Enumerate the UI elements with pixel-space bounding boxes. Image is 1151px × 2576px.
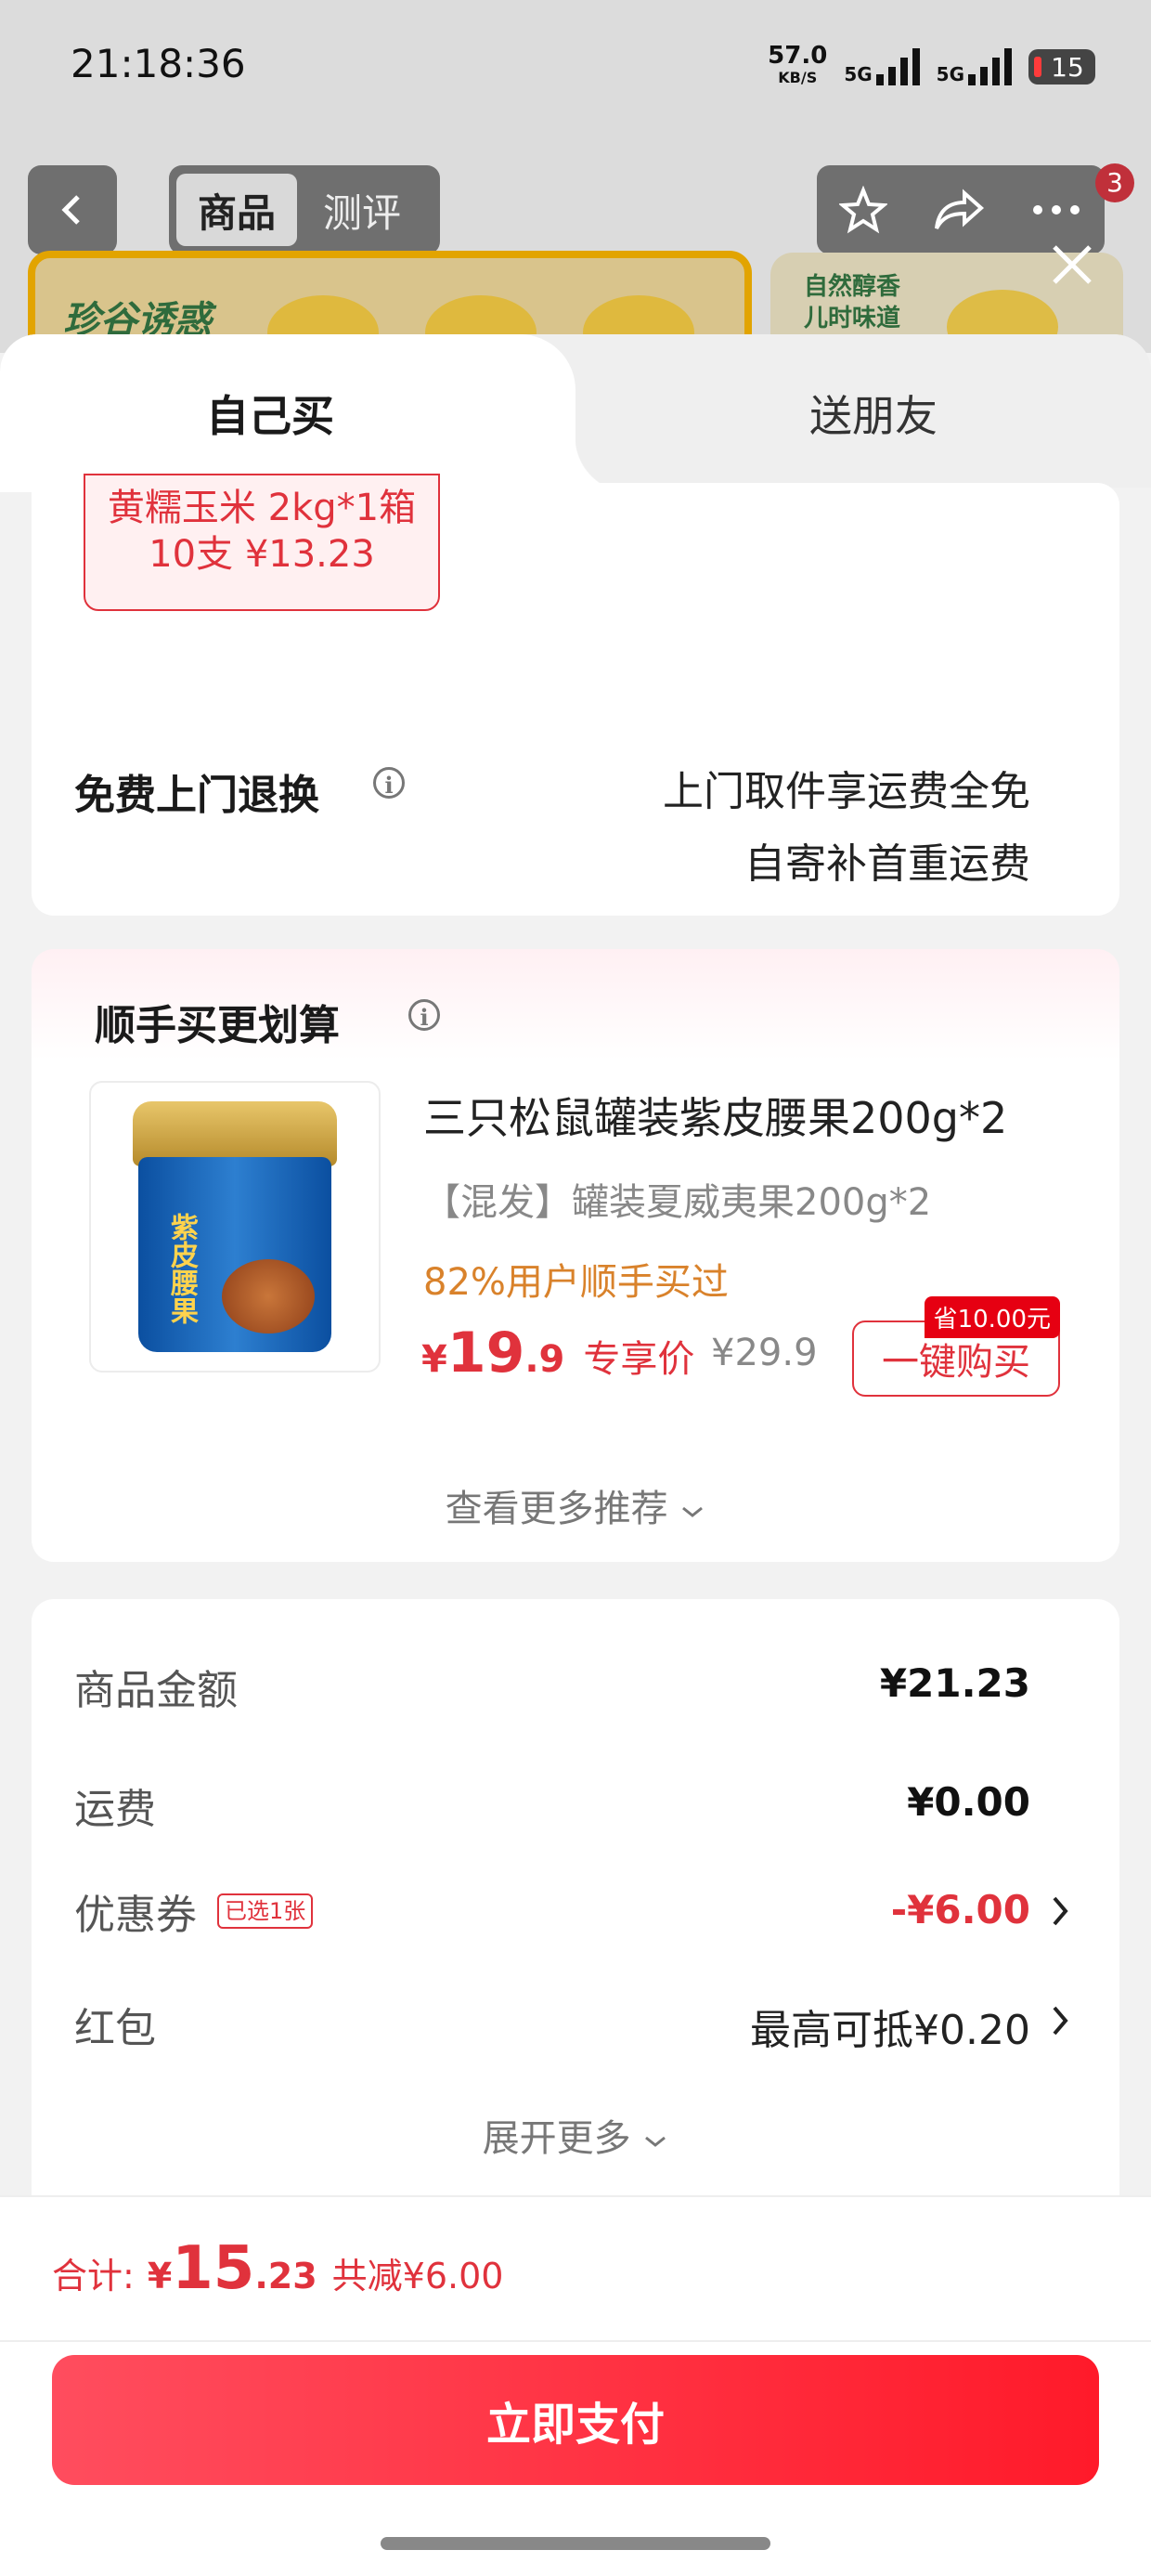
order-item-card: 黄糯玉米 2kg*1箱 10支 ¥13.23 免费上门退换 i 上门取件享运费全… xyxy=(32,474,1119,916)
buy-stat: 82%用户顺手买过 xyxy=(423,1261,729,1304)
tab-goods[interactable]: 商品 xyxy=(176,174,297,246)
purchase-tabs: 自己买 送朋友 xyxy=(0,334,1151,492)
signal-icon: 5G xyxy=(844,48,920,85)
recommend-title: 顺手买更划算 xyxy=(95,1002,340,1049)
banner-slogan: 自然醇香 儿时味道 xyxy=(804,273,901,332)
close-icon[interactable] xyxy=(1049,241,1095,288)
pay-now-button[interactable]: 立即支付 xyxy=(52,2355,1099,2485)
jar-image: 紫皮腰果 xyxy=(133,1101,337,1352)
home-indicator[interactable] xyxy=(381,2537,770,2550)
back-button[interactable] xyxy=(28,165,117,254)
redpacket-label: 红包 xyxy=(74,2005,156,2052)
coupon-row[interactable]: 优惠券 已选1张 xyxy=(74,1881,314,1941)
info-icon[interactable]: i xyxy=(373,767,405,799)
redpacket-value[interactable]: 最高可抵¥0.20 xyxy=(750,1997,1030,2056)
coupon-value[interactable]: -¥6.00 xyxy=(891,1887,1030,1932)
sku-chip[interactable]: 黄糯玉米 2kg*1箱 10支 ¥13.23 xyxy=(84,474,440,611)
price-summary-card: 商品金额 ¥21.23 运费 ¥0.00 优惠券 已选1张 -¥6.00 红包 … xyxy=(32,1599,1119,2249)
coupon-label: 优惠券 xyxy=(74,1892,197,1939)
coupon-badge: 已选1张 xyxy=(217,1893,314,1929)
more-icon[interactable] xyxy=(1030,201,1082,219)
info-icon[interactable]: i xyxy=(408,999,440,1031)
chevron-down-icon xyxy=(645,2136,666,2147)
battery-icon: 15 xyxy=(1028,49,1095,85)
goods-amount-value: ¥21.23 xyxy=(879,1660,1030,1706)
status-icons: 57.0 KB/S 5G 5G 15 xyxy=(768,42,1095,89)
original-price: ¥29.9 xyxy=(711,1332,818,1374)
tab-self-buy[interactable]: 自己买 xyxy=(0,334,631,492)
goods-amount-label: 商品金额 xyxy=(74,1667,238,1714)
chevron-left-icon xyxy=(61,195,80,225)
chevron-down-icon xyxy=(682,1506,704,1517)
star-icon[interactable] xyxy=(839,186,888,234)
product-image[interactable]: 紫皮腰果 xyxy=(89,1081,381,1373)
return-service-line1: 上门取件享运费全免 xyxy=(663,768,1030,815)
share-icon[interactable] xyxy=(933,186,985,234)
product-subtitle: 【混发】罐装夏威夷果200g*2 xyxy=(423,1181,932,1224)
product-name[interactable]: 三只松鼠罐装紫皮腰果200g*2 xyxy=(423,1085,1007,1146)
page-tabs: 商品 测评 xyxy=(169,165,440,254)
chevron-right-icon[interactable] xyxy=(1051,1894,1071,1928)
save-tag: 省10.00元 xyxy=(924,1296,1060,1338)
recommend-card: 顺手买更划算 i 紫皮腰果 三只松鼠罐装紫皮腰果200g*2 【混发】罐装夏威夷… xyxy=(32,949,1119,1562)
chevron-right-icon[interactable] xyxy=(1051,2004,1071,2037)
status-time: 21:18:36 xyxy=(71,41,246,86)
shipping-label: 运费 xyxy=(74,1786,156,1833)
background-page: 21:18:36 57.0 KB/S 5G 5G 15 商品 测评 3 珍谷诱惑 … xyxy=(0,0,1151,353)
return-service-label: 免费上门退换 xyxy=(74,772,319,819)
total-amount: 合计: ¥ 15 .23 共减¥6.00 xyxy=(52,2234,504,2303)
return-service-line2: 自寄补首重运费 xyxy=(744,840,1030,888)
expand-more-link[interactable]: 展开更多 xyxy=(32,2108,1119,2162)
tab-review[interactable]: 测评 xyxy=(297,182,427,239)
tab-gift[interactable]: 送朋友 xyxy=(809,383,938,444)
net-speed: 57.0 KB/S xyxy=(768,42,828,86)
product-price: ¥ 19 .9 专享价 xyxy=(421,1321,695,1386)
shipping-value: ¥0.00 xyxy=(907,1779,1030,1825)
more-recommend-link[interactable]: 查看更多推荐 xyxy=(32,1478,1119,1532)
signal-icon-2: 5G xyxy=(937,48,1012,85)
notification-badge: 3 xyxy=(1095,163,1134,202)
